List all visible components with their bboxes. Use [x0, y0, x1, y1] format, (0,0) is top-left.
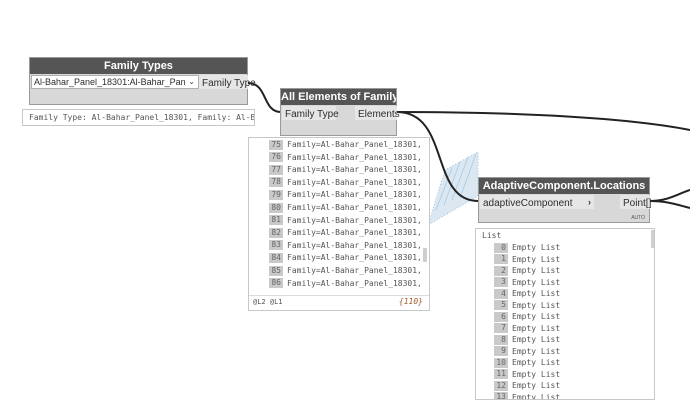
list-value: Family=Al-Bahar_Panel_18301, Type: [287, 228, 421, 238]
list-index: 8: [494, 334, 508, 345]
input-label: adaptiveComponent: [483, 198, 573, 209]
list-index: 75: [269, 139, 283, 150]
node-title: All Elements of Family Type: [281, 89, 396, 105]
list-item: 78 Family=Al-Bahar_Panel_18301, Type: [269, 176, 421, 189]
scrollbar-thumb[interactable]: [423, 248, 427, 262]
preview-text: Family Type: Al-Bahar_Panel_18301, Famil…: [29, 113, 255, 122]
list-value: Family=Al-Bahar_Panel_18301, Type: [287, 165, 421, 175]
output-label: Elements: [358, 109, 400, 120]
list-index: 84: [269, 252, 283, 263]
list-value: Family=Al-Bahar_Panel_18301, Type: [287, 190, 421, 200]
scrollbar-thumb[interactable]: [651, 230, 654, 248]
list-index: 76: [269, 152, 283, 163]
list-value: Family=Al-Bahar_Panel_18301, Type: [287, 177, 421, 187]
output-port-points[interactable]: Point[]: [620, 195, 652, 209]
dynamo-canvas[interactable]: Family Types Al-Bahar_Panel_18301:Al-Bah…: [0, 0, 690, 418]
list-item: 84 Family=Al-Bahar_Panel_18301, Type: [269, 251, 421, 264]
list-index: 0: [494, 242, 508, 253]
list-index: 11: [494, 369, 508, 379]
list-index: 3: [494, 277, 508, 287]
list-item: 85 Family=Al-Bahar_Panel_18301, Type: [269, 264, 421, 277]
levels-label: @L2 @L1: [253, 298, 283, 306]
points-preview-list[interactable]: List 0 Empty List 1 Empty List 2 Empty List 3 E…: [475, 228, 655, 400]
list-index: 13: [494, 392, 508, 399]
input-port-adaptive-component[interactable]: adaptiveComponent ›: [480, 195, 594, 209]
list-index: 4: [494, 288, 508, 299]
list-index: 79: [269, 189, 283, 200]
list-index: 82: [269, 227, 283, 238]
list-item: 76 Family=Al-Bahar_Panel_18301, Type: [269, 151, 421, 164]
list-value: Family=Al-Bahar_Panel_18301, Type: [287, 203, 421, 212]
list-index: 81: [269, 215, 283, 226]
list-index: 9: [494, 346, 508, 356]
list-item: 75 Family=Al-Bahar_Panel_18301, Type: [269, 138, 421, 151]
output-label: Family Type: [202, 78, 256, 89]
wire-point-offscreen-2: [648, 200, 690, 209]
list-value: Family=Al-Bahar_Panel_18301, Type: [287, 152, 421, 162]
list-item: 80 Family=Al-Bahar_Panel_18301, Type: [269, 201, 421, 214]
chevron-right-icon: ›: [588, 197, 591, 207]
list-item: 79 Family=Al-Bahar_Panel_18301, Type: [269, 188, 421, 201]
chevron-down-icon: ⌄: [188, 77, 195, 86]
list-value: Empty List: [512, 392, 561, 400]
list-index: 78: [269, 177, 283, 188]
list-item: 81 Family=Al-Bahar_Panel_18301, Type: [269, 214, 421, 227]
adaptive-locations-node[interactable]: AdaptiveComponent.Locations adaptiveComp…: [478, 177, 652, 223]
list-value: Family=Al-Bahar_Panel_18301, Type: [287, 240, 421, 250]
adaptive-rows: 0 Empty List 1 Empty List 2 Empty List 3 Empty …: [476, 241, 648, 400]
family-type-dropdown[interactable]: Al-Bahar_Panel_18301:Al-Bahar_Panel_1830…: [31, 75, 199, 89]
family-types-node[interactable]: Family Types Al-Bahar_Panel_18301:Al-Bah…: [29, 57, 256, 105]
list-index: 6: [494, 311, 508, 322]
list-item: 83 Family=Al-Bahar_Panel_18301, Type: [269, 239, 421, 252]
family-type-preview-bubble: Family Type: Al-Bahar_Panel_18301, Famil…: [22, 109, 255, 126]
list-item: 77 Family=Al-Bahar_Panel_18301, Type: [269, 163, 421, 176]
list-item: 82 Family=Al-Bahar_Panel_18301, Type: [269, 226, 421, 239]
input-label: Family Type: [285, 109, 339, 120]
list-index: 1: [494, 254, 508, 264]
all-elements-node[interactable]: All Elements of Family Type Family Type …: [280, 88, 400, 136]
node-title: Family Types: [30, 58, 247, 74]
lacing-label[interactable]: AUTO: [631, 215, 645, 221]
list-index: 80: [269, 202, 283, 213]
list-index: 86: [269, 278, 283, 289]
list-index: 83: [269, 240, 283, 251]
output-label: Point[]: [623, 198, 652, 209]
list-value: Family=Al-Bahar_Panel_18301, Type: [287, 215, 421, 225]
list-index: 5: [494, 300, 508, 310]
input-port-family-type[interactable]: Family Type: [282, 106, 339, 120]
list-value: Family=Al-Bahar_Panel_18301, Type: [287, 266, 421, 275]
wire-point-offscreen-1: [648, 189, 690, 202]
list-item: 86 Family=Al-Bahar_Panel_18301, Type: [269, 277, 421, 290]
elements-preview-list[interactable]: 75 Family=Al-Bahar_Panel_18301, Type 76 Fam…: [248, 137, 430, 311]
list-index: 77: [269, 164, 283, 175]
list-index: 2: [494, 265, 508, 276]
list-item: 13 Empty List: [494, 391, 561, 400]
list-value: Family=Al-Bahar_Panel_18301, Type: [287, 140, 421, 149]
elements-rows: 75 Family=Al-Bahar_Panel_18301, Type 76 Fam…: [249, 138, 421, 294]
list-header: List: [482, 231, 502, 240]
wire-elements-offscreen: [396, 111, 690, 131]
preview-footer: @L2 @L1 {110}: [249, 295, 429, 310]
node-title: AdaptiveComponent.Locations: [479, 178, 649, 194]
list-value: Family=Al-Bahar_Panel_18301, Type: [287, 278, 421, 288]
list-index: 12: [494, 380, 508, 391]
dropdown-value: Al-Bahar_Panel_18301:Al-Bahar_Panel_1830…: [34, 77, 186, 87]
list-index: 85: [269, 265, 283, 276]
list-index: 7: [494, 323, 508, 333]
output-port-family-type[interactable]: Family Type: [199, 75, 256, 89]
list-index: 10: [494, 357, 508, 368]
output-port-elements[interactable]: Elements: [355, 106, 400, 120]
list-value: Family=Al-Bahar_Panel_18301, Type: [287, 253, 421, 263]
item-count: {110}: [398, 297, 423, 306]
